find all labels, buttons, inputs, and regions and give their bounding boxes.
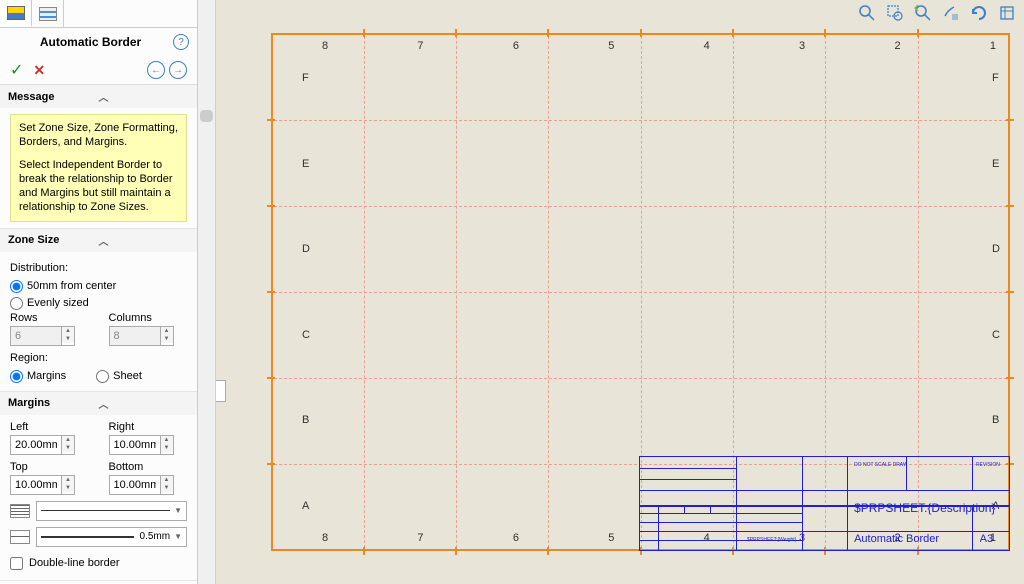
radio-50mm-center[interactable] (10, 280, 23, 293)
top-label: Top (10, 461, 89, 473)
zoom-area-button[interactable] (884, 2, 906, 24)
help-button[interactable]: ? (173, 34, 189, 50)
double-line-label: Double-line border (29, 557, 120, 569)
section-message: Message︿ Set Zone Size, Zone Formatting,… (0, 85, 197, 229)
radio-evenly-sized[interactable] (10, 297, 23, 310)
section-margins: Margins︿ Left ▲▼ Right ▲▼ Top ▲▼ (0, 392, 197, 581)
label-evenly-sized: Evenly sized (27, 297, 89, 309)
right-spin-down[interactable]: ▼ (161, 444, 173, 452)
cancel-button[interactable]: ✕ (33, 62, 45, 79)
panel-splitter[interactable] (216, 380, 226, 402)
radio-sheet[interactable] (96, 370, 109, 383)
panel-tabs (0, 0, 197, 28)
rows-spin-up[interactable]: ▲ (62, 327, 74, 335)
tb-do-not-scale: DO NOT SCALE DRAWING (854, 462, 906, 468)
label-margins: Margins (27, 370, 66, 382)
left-label: Left (10, 421, 89, 433)
top-spin-up[interactable]: ▲ (62, 476, 74, 484)
cols-label: Columns (109, 312, 188, 324)
drawing-sheet: 87654321 87654321 ABCDEF ABCDEF (256, 28, 1014, 556)
right-spin-up[interactable]: ▲ (161, 436, 173, 444)
line-style-select[interactable]: ▼ (36, 501, 187, 521)
double-line-checkbox[interactable] (10, 557, 23, 570)
panel-title: Automatic Border (8, 35, 173, 49)
bottom-spin-up[interactable]: ▲ (161, 476, 173, 484)
chevron-up-icon: ︿ (99, 89, 190, 104)
section-title-margins: Margins (8, 397, 99, 409)
message-line1: Set Zone Size, Zone Formatting, Borders,… (19, 121, 178, 150)
left-spin-up[interactable]: ▲ (62, 436, 74, 444)
chevron-up-icon: ︿ (99, 233, 190, 248)
label-sheet: Sheet (113, 370, 142, 382)
right-label: Right (109, 421, 188, 433)
section-head-message[interactable]: Message︿ (0, 85, 197, 108)
rows-input (10, 326, 62, 346)
cols-spin-down[interactable]: ▼ (161, 335, 173, 343)
top-input[interactable] (10, 475, 62, 495)
line-thickness-select[interactable]: 0.5mm▼ (36, 527, 187, 547)
view-options-button[interactable] (996, 2, 1018, 24)
rotate-view-button[interactable] (968, 2, 990, 24)
section-title-zone: Zone Size (8, 234, 99, 246)
chevron-down-icon: ▼ (174, 532, 182, 541)
section-head-margins[interactable]: Margins︿ (0, 392, 197, 415)
line-style-icon (10, 504, 30, 518)
tb-description: $PRPSHEET:{Description} (854, 501, 1002, 515)
title-block: DO NOT SCALE DRAWING REVISION $PRPSHEET:… (639, 456, 1010, 551)
chevron-up-icon: ︿ (99, 396, 190, 411)
bottom-input[interactable] (109, 475, 161, 495)
tab-property-manager[interactable] (32, 0, 64, 27)
feature-manager-icon (7, 6, 25, 20)
tb-weight: $PRPSHEET:{Weight} (747, 537, 796, 543)
radio-margins[interactable] (10, 370, 23, 383)
tb-auto-border: Automatic Border (854, 533, 939, 545)
property-panel: Automatic Border ? ✓ ✕ ← → Message︿ Set … (0, 0, 198, 584)
prev-button[interactable]: ← (147, 61, 165, 79)
rows-label: Rows (10, 312, 89, 324)
panel-body: Message︿ Set Zone Size, Zone Formatting,… (0, 85, 197, 584)
property-manager-icon (39, 7, 57, 21)
right-input[interactable] (109, 435, 161, 455)
cols-input (109, 326, 161, 346)
section-view-button[interactable] (940, 2, 962, 24)
distribution-label: Distribution: (10, 262, 187, 274)
chevron-down-icon: ▼ (174, 506, 182, 515)
vertical-scrollbar[interactable] (198, 0, 216, 584)
rows-spin-down[interactable]: ▼ (62, 335, 74, 343)
bottom-spin-down[interactable]: ▼ (161, 484, 173, 492)
zoom-fit-button[interactable] (856, 2, 878, 24)
view-toolbar (856, 2, 1018, 24)
cols-spin-up[interactable]: ▲ (161, 327, 173, 335)
action-row: ✓ ✕ ← → (0, 56, 197, 85)
tb-size: A3 (980, 533, 993, 545)
tb-revision: REVISION (976, 462, 1000, 468)
region-label: Region: (10, 352, 187, 364)
left-spin-down[interactable]: ▼ (62, 444, 74, 452)
previous-view-button[interactable] (912, 2, 934, 24)
next-button[interactable]: → (169, 61, 187, 79)
drawing-canvas[interactable]: 87654321 87654321 ABCDEF ABCDEF (216, 0, 1024, 584)
nav-buttons: ← → (147, 61, 187, 79)
bottom-label: Bottom (109, 461, 188, 473)
ok-button[interactable]: ✓ (10, 60, 23, 80)
thickness-value: 0.5mm (140, 531, 171, 542)
panel-title-row: Automatic Border ? (0, 28, 197, 56)
section-zone-size: Zone Size︿ Distribution: 50mm from cente… (0, 229, 197, 392)
message-box: Set Zone Size, Zone Formatting, Borders,… (10, 114, 187, 222)
label-50mm-center: 50mm from center (27, 280, 116, 292)
section-title-message: Message (8, 91, 99, 103)
message-line2: Select Independent Border to break the r… (19, 158, 178, 215)
top-spin-down[interactable]: ▼ (62, 484, 74, 492)
section-head-zone[interactable]: Zone Size︿ (0, 229, 197, 252)
line-thickness-icon (10, 530, 30, 544)
tab-feature-manager[interactable] (0, 0, 32, 27)
left-input[interactable] (10, 435, 62, 455)
